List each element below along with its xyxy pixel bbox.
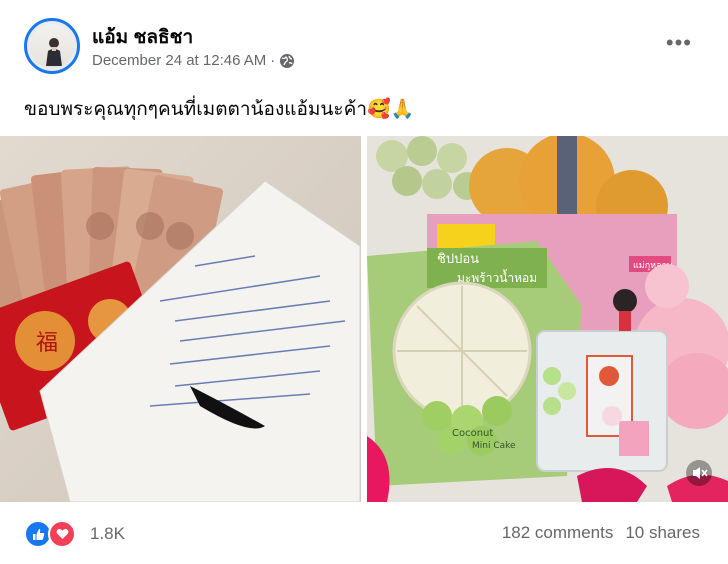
post-caption: ขอบพระคุณทุกๆคนที่เมตตาน้องแอ้มนะค้า🥰🙏 [24,99,415,120]
photo-grid: 福 แม่กุหลาบ ชิปปอน มะพร้าวน้ำหอม Coconut… [0,136,728,502]
photo-right[interactable]: แม่กุหลาบ ชิปปอน มะพร้าวน้ำหอม Coconut M… [367,136,728,502]
author-avatar[interactable] [24,18,80,74]
meta-separator: · [270,52,276,69]
product-sub: Mini Cake [472,441,516,451]
engagement-stats: 182 comments 10 shares [502,523,700,543]
money-letter-photo: 福 [0,136,361,502]
product-brand: ชิปปอน [437,252,479,267]
more-options-button[interactable]: ••• [666,30,692,56]
photo-left[interactable]: 福 [0,136,361,502]
reaction-summary[interactable]: 1.8K [24,520,125,548]
post-meta: December 24 at 12:46 AM · [92,52,295,69]
candy-box [536,330,668,472]
post-timestamp[interactable]: December 24 at 12:46 AM [92,52,266,69]
love-icon [48,520,76,548]
reaction-count[interactable]: 1.8K [90,524,125,544]
comments-count[interactable]: 182 comments [502,523,614,543]
post-card: แอ้ม ชลธิชา December 24 at 12:46 AM · ••… [0,0,728,564]
envelope-text: 福 [36,331,58,356]
product-tag: Coconut [452,428,493,439]
avatar-person-icon [46,38,62,66]
sound-muted-icon[interactable] [686,460,712,486]
globe-icon[interactable] [279,53,295,69]
author-name[interactable]: แอ้ม ชลธิชา [92,22,193,52]
shares-count[interactable]: 10 shares [625,523,700,543]
gifts-photo: แม่กุหลาบ ชิปปอน มะพร้าวน้ำหอม Coconut M… [367,136,728,502]
